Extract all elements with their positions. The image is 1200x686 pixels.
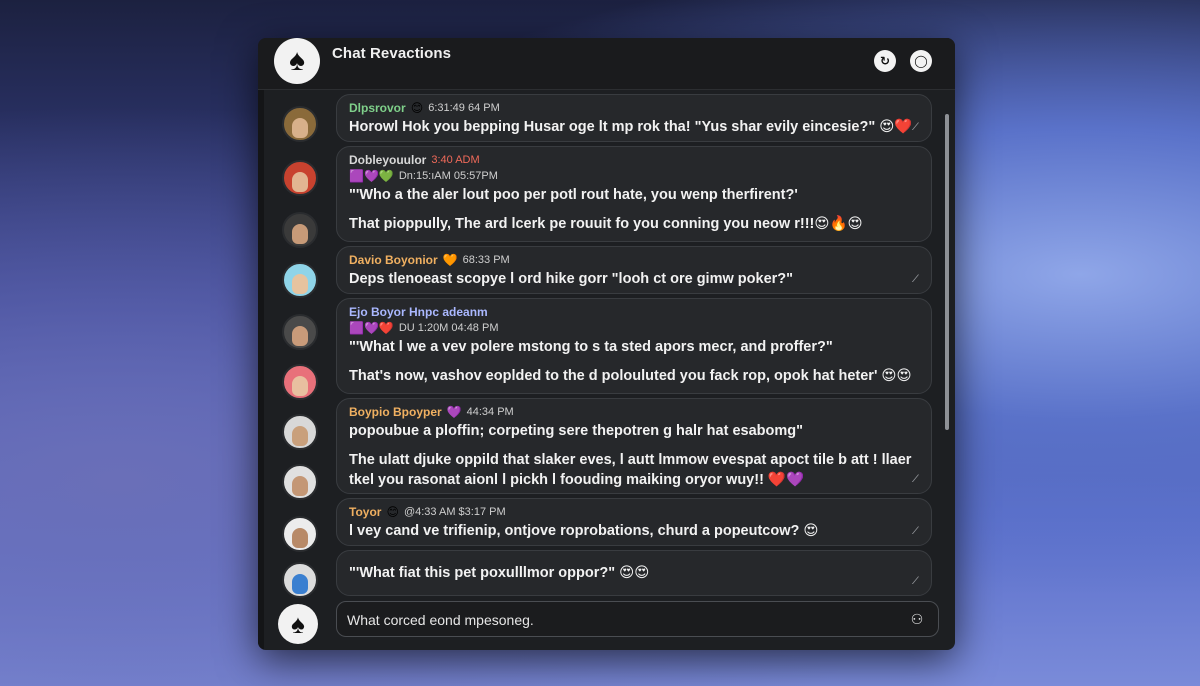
message-bubble[interactable]: Toyor 😊 @4:33 AM $3:17 PM l vey cand ve … [336, 498, 932, 546]
message-list: Dlpsrovor 😊 6:31:49 64 PM Horowl Hok you… [336, 94, 936, 604]
message-text: That pioppully, The ard lcerk pe rouuit … [349, 216, 863, 232]
message-text: l vey cand ve trifienip, ontjove roproba… [349, 523, 819, 539]
timestamp: @4:33 AM $3:17 PM [403, 505, 506, 518]
message-meta: Ejo Boyor Hnpc adeanm [349, 304, 919, 319]
message-bubble[interactable]: Dobleyouulor 3:40 ADM 🟪💜💚 Dn:15:ıAM 05:5… [336, 146, 932, 242]
sender-name[interactable]: Toyor [349, 505, 381, 519]
send-icon[interactable]: ⚇ [908, 610, 926, 628]
message-composer: ⚇ [336, 601, 939, 637]
emoji-badge: 😊 [410, 100, 424, 115]
message-text: Horowl Hok you bepping Husar oge lt mp r… [349, 119, 913, 135]
message-bubble[interactable]: Boypio Bpoyper 💜 44:34 PM popoubue a plo… [336, 398, 932, 494]
message-text: tkel you rasonat aionl l pickh l fooudin… [349, 472, 805, 488]
emoji-badge: 😊 [386, 504, 399, 519]
title-bar: ♠ Chat Revactions ↻ ◯ [258, 38, 955, 90]
sender-name[interactable]: Davio Boyonior [349, 253, 438, 267]
sender-name[interactable]: Ejo Boyor Hnpc adeanm [349, 305, 488, 319]
avatar[interactable] [282, 562, 318, 598]
avatar[interactable] [282, 314, 318, 350]
message-input[interactable] [347, 608, 887, 632]
avatar[interactable] [282, 464, 318, 500]
emoji-badge: 💜 [446, 404, 462, 419]
message-text: "'Who a the aler lout poo per potl rout … [349, 187, 798, 203]
spade-icon: ♠ [274, 38, 320, 84]
message-text: "'What l we a vev polere mstong to s ta … [349, 339, 833, 355]
emoji-reactions[interactable]: 🟪💜💚 [349, 169, 394, 183]
scrollbar[interactable] [945, 114, 949, 430]
avatar[interactable] [282, 516, 318, 552]
timestamp: 68:33 PM [462, 253, 510, 266]
spade-icon: ♠ [278, 604, 318, 644]
avatar[interactable] [282, 160, 318, 196]
message-text: That's now, vashov eoplded to the d polo… [349, 368, 912, 384]
message-text: The ulatt djuke oppild that slaker eves,… [349, 452, 912, 468]
emoji-reactions[interactable]: 🟪💜❤️ [349, 321, 394, 335]
message-meta: Toyor 😊 @4:33 AM $3:17 PM [349, 504, 919, 519]
message-text: "'What fiat this pet poxulllmor oppor?" … [349, 565, 650, 581]
chat-window: ♠ Chat Revactions ↻ ◯ Dlpsrovor 😊 6:31:4… [258, 38, 955, 650]
sender-name[interactable]: Dobleyouulor [349, 153, 426, 167]
window-title: Chat Revactions [332, 45, 452, 62]
message-bubble[interactable]: "'What fiat this pet poxulllmor oppor?" … [336, 550, 932, 596]
timestamp: 6:31:49 64 PM [428, 101, 500, 114]
message-bubble[interactable]: Dlpsrovor 😊 6:31:49 64 PM Horowl Hok you… [336, 94, 932, 142]
sender-name[interactable]: Boypio Bpoyper [349, 405, 442, 419]
message-text: popoubue a ploffin; corpeting sere thepo… [349, 423, 803, 439]
message-bubble[interactable]: Ejo Boyor Hnpc adeanm 🟪💜❤️ DU 1:20M 04:4… [336, 298, 932, 394]
avatar[interactable] [282, 364, 318, 400]
avatar[interactable] [282, 106, 318, 142]
message-submeta: 🟪💜💚 Dn:15:ıAM 05:57PM [349, 169, 919, 183]
timestamp: Dn:15:ıAM 05:57PM [398, 170, 498, 182]
left-rail [258, 90, 264, 650]
message-submeta: 🟪💜❤️ DU 1:20M 04:48 PM [349, 321, 919, 335]
avatar[interactable] [282, 262, 318, 298]
emoji-badge: 🧡 [442, 252, 458, 267]
circle-icon[interactable]: ◯ [910, 50, 932, 72]
message-bubble[interactable]: Davio Boyonior 🧡 68:33 PM Deps tlenoeast… [336, 246, 932, 294]
timestamp: 3:40 ADM [431, 153, 480, 166]
sender-name[interactable]: Dlpsrovor [349, 101, 406, 115]
timestamp: DU 1:20M 04:48 PM [398, 322, 499, 334]
message-meta: Dlpsrovor 😊 6:31:49 64 PM [349, 100, 919, 115]
message-meta: Dobleyouulor 3:40 ADM [349, 152, 919, 167]
message-meta: Boypio Bpoyper 💜 44:34 PM [349, 404, 919, 419]
refresh-icon[interactable]: ↻ [874, 50, 896, 72]
avatar[interactable] [282, 414, 318, 450]
avatar[interactable] [282, 212, 318, 248]
message-meta: Davio Boyonior 🧡 68:33 PM [349, 252, 919, 267]
timestamp: 44:34 PM [466, 405, 514, 418]
message-text: Deps tlenoeast scopye l ord hike gorr "l… [349, 271, 794, 287]
